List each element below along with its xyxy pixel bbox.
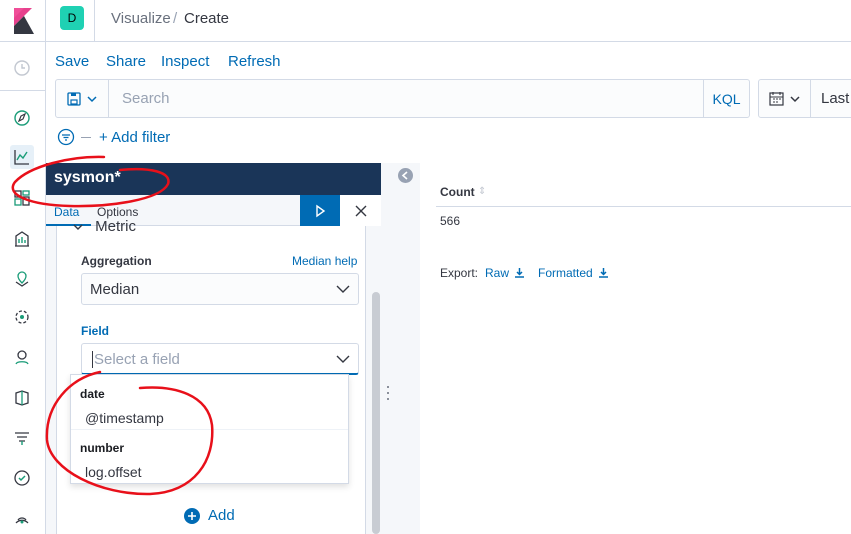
field-option[interactable]: @timestamp	[85, 410, 164, 426]
ml-icon[interactable]	[11, 306, 33, 328]
recently-viewed-icon[interactable]	[11, 57, 33, 79]
breadcrumb-separator: /	[173, 10, 178, 27]
play-icon	[316, 204, 326, 217]
option-group-label: date	[80, 387, 105, 401]
siem-icon[interactable]	[11, 507, 33, 529]
export-raw-label: Raw	[485, 266, 510, 280]
rail-divider	[0, 90, 46, 91]
add-filter-button[interactable]: + Add filter	[99, 129, 170, 146]
field-label: Field	[81, 324, 110, 338]
discard-changes-button[interactable]	[340, 195, 381, 226]
export-formatted-link[interactable]: Formatted	[538, 266, 609, 280]
close-icon	[355, 205, 366, 216]
discover-compass-icon[interactable]	[11, 107, 33, 129]
text-caret	[92, 351, 93, 368]
add-label: Add	[208, 507, 235, 524]
kibana-logo[interactable]	[0, 0, 46, 42]
option-group-label: number	[80, 441, 125, 455]
field-dropdown-list: date @timestamp number log.offset	[70, 374, 349, 484]
chevron-down-icon	[336, 285, 350, 293]
aggregation-help-link[interactable]: Median help	[292, 254, 357, 268]
uptime-icon[interactable]	[11, 467, 33, 489]
save-link[interactable]: Save	[55, 53, 89, 70]
breadcrumb-visualize[interactable]: Visualize	[111, 10, 171, 27]
download-icon	[599, 268, 609, 278]
tab-options[interactable]: Options	[97, 205, 138, 219]
kql-toggle-button[interactable]: KQL	[703, 80, 749, 117]
canvas-icon[interactable]	[11, 228, 33, 250]
collapse-sidebar-button[interactable]	[398, 168, 413, 183]
aggregation-select[interactable]: Median	[81, 273, 359, 305]
chevron-down-icon	[789, 95, 800, 102]
chevron-left-icon	[401, 171, 408, 180]
dropdown-divider	[71, 429, 348, 430]
query-bar: Search KQL	[55, 79, 750, 118]
aggregation-value: Median	[90, 281, 140, 298]
visualization-results: Count ⇕ 566 Export: Raw Formatted	[420, 163, 851, 534]
resize-dot	[387, 386, 389, 388]
export-formatted-label: Formatted	[538, 266, 593, 280]
logs-icon[interactable]	[11, 387, 33, 409]
plus-circle-icon	[184, 507, 200, 524]
table-header-border	[436, 206, 851, 207]
sort-icon[interactable]: ⇕	[478, 186, 486, 197]
download-icon	[515, 268, 525, 278]
chevron-down-icon	[336, 355, 350, 363]
export-raw-link[interactable]: Raw	[485, 266, 525, 280]
infrastructure-icon[interactable]	[11, 346, 33, 368]
space-avatar[interactable]: D	[60, 6, 84, 30]
metric-accordion-title[interactable]: Metric	[73, 218, 136, 232]
date-picker: Last	[758, 79, 851, 118]
filter-divider	[81, 137, 91, 138]
resize-dot	[387, 392, 389, 394]
maps-icon[interactable]	[11, 268, 33, 290]
dashboard-icon[interactable]	[11, 187, 33, 209]
search-input[interactable]: Search	[122, 90, 170, 107]
refresh-link[interactable]: Refresh	[228, 53, 281, 70]
aggregation-label: Aggregation	[81, 254, 152, 268]
tab-data[interactable]: Data	[54, 205, 79, 219]
index-pattern-title-bar: sysmon*	[46, 163, 381, 195]
header-divider	[94, 0, 95, 42]
add-aggregation-button[interactable]: Add	[184, 507, 235, 524]
app-header: D Visualize / Create	[46, 0, 851, 42]
apply-changes-button[interactable]	[300, 195, 340, 226]
quick-date-button[interactable]	[759, 80, 811, 117]
share-link[interactable]: Share	[106, 53, 146, 70]
breadcrumb-create: Create	[184, 10, 230, 27]
editor-scrollbar[interactable]	[372, 292, 380, 534]
table-cell-count: 566	[440, 214, 461, 228]
export-label: Export:	[440, 266, 479, 280]
chevron-down-icon	[86, 95, 97, 102]
resize-dot	[387, 398, 389, 400]
metric-heading: Metric	[95, 218, 137, 232]
visualize-chart-icon[interactable]	[10, 145, 34, 169]
save-disk-icon	[66, 91, 81, 106]
side-nav	[0, 0, 46, 534]
column-header-count[interactable]: Count	[440, 185, 475, 199]
filter-options-icon[interactable]	[57, 128, 75, 146]
inspect-link[interactable]: Inspect	[161, 53, 209, 70]
field-option[interactable]: log.offset	[85, 464, 142, 480]
field-placeholder: Select a field	[94, 351, 180, 368]
calendar-icon	[768, 92, 784, 106]
saved-queries-button[interactable]	[56, 80, 109, 117]
kibana-logo-icon	[14, 8, 34, 34]
resize-handle[interactable]	[386, 384, 390, 402]
chevron-down-icon	[73, 224, 83, 231]
index-pattern-title: sysmon*	[54, 169, 121, 186]
date-range-label[interactable]: Last	[821, 90, 849, 107]
apm-icon[interactable]	[11, 427, 33, 449]
sidebar-gutter	[381, 163, 420, 534]
field-select[interactable]: Select a field	[81, 343, 359, 375]
